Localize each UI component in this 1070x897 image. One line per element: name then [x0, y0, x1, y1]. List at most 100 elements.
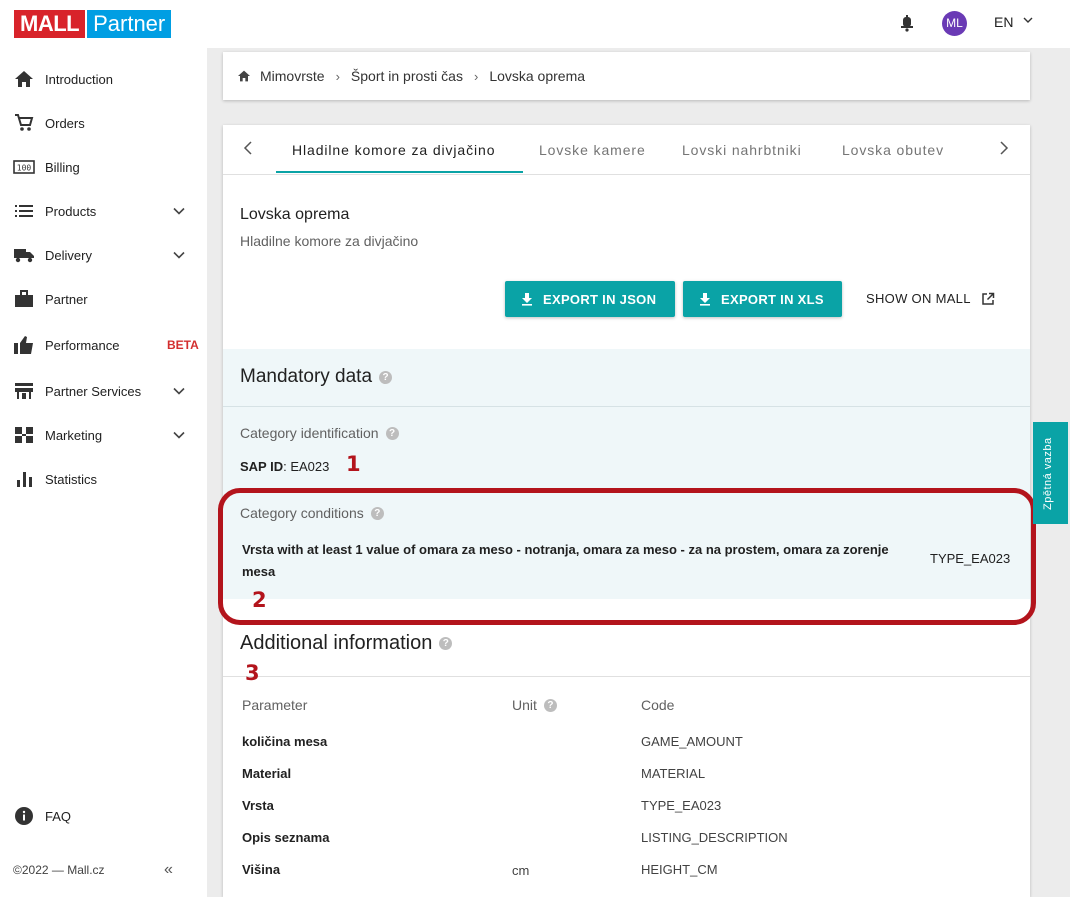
- table-cell-parameter: Opis seznama: [242, 830, 330, 845]
- mandatory-data-title-text: Mandatory data: [240, 366, 373, 387]
- column-header-code: Code: [641, 697, 675, 713]
- home-icon[interactable]: [237, 70, 251, 82]
- category-subtitle: Hladilne komore za divjačino: [240, 233, 419, 249]
- active-tab-indicator: [276, 171, 523, 173]
- sap-id-value: : EA023: [283, 459, 330, 474]
- help-icon[interactable]: ?: [379, 370, 393, 384]
- chevron-down-icon[interactable]: [172, 251, 186, 259]
- show-on-mall-button[interactable]: SHOW ON MALL: [866, 291, 995, 306]
- column-header-parameter: Parameter: [242, 697, 308, 713]
- breadcrumb-separator: ›: [335, 68, 340, 84]
- sidebar-item-label: Delivery: [45, 247, 92, 263]
- export-json-button[interactable]: EXPORT IN JSON: [505, 281, 675, 317]
- feedback-tab[interactable]: Zpětná vazba: [1033, 422, 1068, 524]
- logo-partner-text: Partner: [87, 10, 172, 38]
- chevron-left-icon[interactable]: [243, 140, 253, 156]
- sidebar-item-performance[interactable]: Performance BETA: [0, 323, 207, 367]
- sidebar-item-label: Partner: [45, 291, 88, 307]
- help-icon[interactable]: ?: [385, 426, 399, 440]
- chevron-down-icon[interactable]: [1023, 16, 1033, 24]
- table-cell-parameter: Vrsta: [242, 798, 274, 813]
- home-icon: [15, 71, 33, 87]
- collapse-sidebar-icon[interactable]: «: [164, 861, 173, 879]
- briefcase-icon: [15, 290, 33, 307]
- sidebar-item-faq[interactable]: FAQ: [0, 796, 207, 836]
- beta-badge: BETA: [167, 338, 199, 352]
- sidebar-item-label: Performance: [45, 337, 120, 353]
- sidebar-item-marketing[interactable]: Marketing: [0, 413, 207, 457]
- tab-lovska-obutev[interactable]: Lovska obutev: [842, 142, 944, 158]
- chevron-right-icon[interactable]: [999, 140, 1009, 156]
- annotation-marker-2: 2: [252, 588, 267, 612]
- billing-icon: 100: [13, 160, 35, 174]
- thumbs-up-icon: [14, 336, 33, 354]
- breadcrumb-item[interactable]: Šport in prosti čas: [351, 68, 463, 84]
- chevron-down-icon[interactable]: [172, 207, 186, 215]
- bar-chart-icon: [17, 472, 32, 487]
- chevron-down-icon[interactable]: [172, 431, 186, 439]
- sidebar-item-billing[interactable]: 100 Billing: [0, 145, 207, 189]
- table-cell-parameter: Material: [242, 766, 292, 781]
- sidebar-item-label: Partner Services: [45, 383, 142, 399]
- marketing-icon: [15, 427, 33, 443]
- breadcrumb-item[interactable]: Lovska oprema: [489, 68, 585, 84]
- table-cell-code: HEIGHT_CM: [641, 862, 718, 877]
- download-icon: [700, 293, 710, 306]
- services-icon: [15, 383, 33, 399]
- sidebar-item-label: Introduction: [45, 71, 113, 87]
- show-on-mall-label: SHOW ON MALL: [866, 291, 971, 306]
- sidebar-item-label: Products: [45, 203, 97, 219]
- column-header-unit-text: Unit: [512, 697, 537, 713]
- sidebar-item-label: Orders: [45, 115, 85, 131]
- table-cell-code: GAME_AMOUNT: [641, 734, 743, 749]
- category-title: Lovska oprema: [240, 206, 350, 223]
- divider: [223, 676, 1030, 677]
- sidebar-item-delivery[interactable]: Delivery: [0, 233, 207, 277]
- sidebar: Introduction Orders 100 Billing Products…: [0, 48, 207, 897]
- sidebar-item-statistics[interactable]: Statistics: [0, 457, 207, 501]
- help-icon[interactable]: ?: [439, 637, 453, 650]
- category-tabs: Hladilne komore za divjačino Lovske kame…: [223, 125, 1030, 175]
- sidebar-item-label: Statistics: [45, 471, 98, 487]
- annotation-marker-1: 1: [346, 452, 361, 476]
- language-selector[interactable]: EN: [994, 14, 1013, 30]
- sidebar-item-products[interactable]: Products: [0, 189, 207, 233]
- table-cell-code: MATERIAL: [641, 766, 706, 781]
- truck-icon: [14, 249, 34, 263]
- feedback-label: Zpětná vazba: [1042, 437, 1054, 510]
- category-identification-text: Category identification: [240, 425, 379, 441]
- table-cell-unit: cm: [512, 863, 530, 878]
- logo-mall-text: MALL: [14, 10, 86, 38]
- sidebar-item-partner-services[interactable]: Partner Services: [0, 369, 207, 413]
- breadcrumb: Mimovrste › Šport in prosti čas › Lovska…: [223, 52, 1030, 100]
- tab-hladilne-komore[interactable]: Hladilne komore za divjačino: [292, 142, 495, 158]
- breadcrumb-separator: ›: [473, 68, 479, 84]
- sidebar-item-orders[interactable]: Orders: [0, 101, 207, 145]
- sidebar-item-introduction[interactable]: Introduction: [0, 57, 207, 101]
- chevron-down-icon[interactable]: [172, 387, 186, 395]
- tab-lovske-kamere[interactable]: Lovske kamere: [539, 142, 646, 158]
- copyright-text: ©2022 — Mall.cz: [13, 863, 105, 877]
- sidebar-item-label: Billing: [45, 159, 80, 175]
- external-link-icon: [981, 292, 994, 305]
- user-avatar[interactable]: ML: [942, 11, 967, 36]
- notification-bell-icon[interactable]: [900, 14, 914, 32]
- table-cell-code: LISTING_DESCRIPTION: [641, 830, 788, 845]
- mall-partner-logo[interactable]: MALL Partner: [14, 10, 172, 38]
- breadcrumb-item[interactable]: Mimovrste: [260, 68, 325, 84]
- sidebar-item-label: Marketing: [45, 427, 103, 443]
- column-header-unit: Unit ?: [512, 697, 557, 713]
- sidebar-item-partner[interactable]: Partner: [0, 277, 207, 321]
- export-xls-button[interactable]: EXPORT IN XLS: [683, 281, 842, 317]
- export-xls-label: EXPORT IN XLS: [721, 291, 824, 307]
- help-icon[interactable]: ?: [543, 698, 557, 712]
- export-json-label: EXPORT IN JSON: [543, 291, 657, 307]
- tab-lovski-nahrbtniki[interactable]: Lovski nahrbtniki: [682, 142, 802, 158]
- table-cell-parameter: Višina: [242, 862, 281, 877]
- category-identification-label: Category identification ?: [240, 425, 399, 441]
- table-cell-code: TYPE_EA023: [641, 798, 722, 813]
- mandatory-data-title: Mandatory data ?: [240, 366, 393, 388]
- additional-information-title-text: Additional information: [240, 632, 433, 654]
- annotation-marker-3: 3: [245, 661, 260, 685]
- additional-information-title: Additional information ?: [240, 632, 453, 655]
